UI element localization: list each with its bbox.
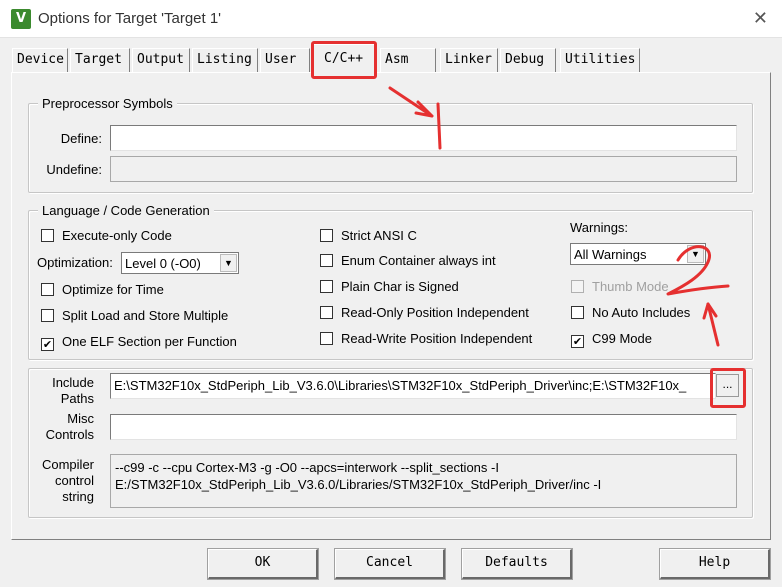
optimize-time-checkbox[interactable]: Optimize for Time (41, 282, 164, 297)
checkbox-box (571, 306, 584, 319)
tab-asm[interactable]: Asm (380, 48, 436, 72)
preprocessor-symbols-legend: Preprocessor Symbols (38, 96, 177, 111)
include-label-line1: Include (52, 375, 94, 390)
misc-controls-label: Misc Controls (40, 411, 94, 443)
execute-only-label: Execute-only Code (62, 228, 172, 243)
plain-char-checkbox[interactable]: Plain Char is Signed (320, 279, 459, 294)
compiler-control-string-label: Compiler control string (30, 457, 94, 505)
split-load-checkbox[interactable]: Split Load and Store Multiple (41, 308, 228, 323)
misc-label-line2: Controls (45, 427, 94, 442)
misc-controls-input[interactable] (110, 414, 737, 440)
title-bar: V Options for Target 'Target 1' ✕ (0, 0, 782, 38)
rw-pi-label: Read-Write Position Independent (341, 331, 533, 346)
thumb-mode-checkbox[interactable]: Thumb Mode (571, 279, 669, 294)
checkmark-icon: ✔ (41, 338, 54, 351)
tab-target[interactable]: Target (70, 48, 130, 72)
tab-utilities[interactable]: Utilities (560, 48, 640, 72)
strict-ansi-checkbox[interactable]: Strict ANSI C (320, 228, 417, 243)
checkbox-box (320, 280, 333, 293)
ro-pi-checkbox[interactable]: Read-Only Position Independent (320, 305, 529, 320)
chevron-down-icon: ▼ (220, 254, 237, 272)
rw-pi-checkbox[interactable]: Read-Write Position Independent (320, 331, 532, 346)
close-icon[interactable]: ✕ (753, 8, 768, 29)
compiler-string-line2: E:/STM32F10x_StdPeriph_Lib_V3.6.0/Librar… (115, 477, 602, 492)
tab-debug[interactable]: Debug (500, 48, 556, 72)
define-input[interactable] (110, 125, 737, 151)
compiler-label-line2: control (54, 473, 94, 488)
warnings-value: All Warnings (574, 247, 647, 262)
ro-pi-label: Read-Only Position Independent (341, 305, 529, 320)
compiler-label-line1: Compiler (41, 457, 94, 472)
tab-linker[interactable]: Linker (440, 48, 498, 72)
enum-container-label: Enum Container always int (341, 253, 496, 268)
checkbox-box (41, 229, 54, 242)
chevron-down-icon: ▼ (687, 245, 704, 263)
warnings-label: Warnings: (570, 220, 629, 235)
enum-container-checkbox[interactable]: Enum Container always int (320, 253, 496, 268)
window-title: Options for Target 'Target 1' (38, 10, 222, 27)
execute-only-checkbox[interactable]: Execute-only Code (41, 228, 172, 243)
language-codegen-legend: Language / Code Generation (38, 203, 214, 218)
optimization-value: Level 0 (-O0) (125, 256, 201, 271)
optimization-select[interactable]: Level 0 (-O0) ▼ (121, 252, 239, 274)
plain-char-label: Plain Char is Signed (341, 279, 459, 294)
compiler-label-line3: string (62, 489, 94, 504)
tab-output[interactable]: Output (132, 48, 190, 72)
warnings-select[interactable]: All Warnings ▼ (570, 243, 706, 265)
include-label-line2: Paths (60, 391, 94, 406)
optimization-label: Optimization: (37, 255, 113, 270)
checkbox-box (41, 283, 54, 296)
tab-listing[interactable]: Listing (192, 48, 258, 72)
undefine-label: Undefine: (46, 162, 102, 177)
optimize-time-label: Optimize for Time (62, 282, 164, 297)
compiler-string-line1: --c99 -c --cpu Cortex-M3 -g -O0 --apcs=i… (115, 460, 499, 475)
ok-button[interactable]: OK (208, 549, 318, 579)
checkbox-box (320, 332, 333, 345)
split-load-label: Split Load and Store Multiple (62, 308, 229, 323)
undefine-input[interactable] (110, 156, 737, 182)
checkmark-icon: ✔ (571, 335, 584, 348)
c99-mode-label: C99 Mode (592, 331, 652, 346)
one-elf-checkbox[interactable]: ✔ One ELF Section per Function (41, 334, 237, 351)
annotation-box-browse (710, 368, 746, 408)
tab-device[interactable]: Device (12, 48, 68, 72)
define-label: Define: (60, 131, 102, 146)
keil-app-icon: V (11, 9, 31, 29)
strict-ansi-label: Strict ANSI C (341, 228, 417, 243)
checkbox-box (571, 280, 584, 293)
no-auto-includes-label: No Auto Includes (592, 305, 691, 320)
checkbox-box (41, 309, 54, 322)
cancel-button[interactable]: Cancel (335, 549, 445, 579)
annotation-box-c-cpp-tab (311, 41, 377, 79)
help-button[interactable]: Help (660, 549, 770, 579)
include-paths-label: Include Paths (40, 375, 94, 407)
no-auto-includes-checkbox[interactable]: No Auto Includes (571, 305, 690, 320)
misc-label-line1: Misc (67, 411, 94, 426)
thumb-mode-label: Thumb Mode (592, 279, 669, 294)
defaults-button[interactable]: Defaults (462, 549, 572, 579)
checkbox-box (320, 306, 333, 319)
checkbox-box (320, 229, 333, 242)
checkbox-box (320, 254, 333, 267)
one-elf-label: One ELF Section per Function (62, 334, 237, 349)
include-paths-input[interactable]: E:\STM32F10x_StdPeriph_Lib_V3.6.0\Librar… (110, 373, 716, 399)
compiler-control-string-text[interactable]: --c99 -c --cpu Cortex-M3 -g -O0 --apcs=i… (110, 454, 737, 508)
tab-user[interactable]: User (260, 48, 310, 72)
c99-mode-checkbox[interactable]: ✔ C99 Mode (571, 331, 652, 348)
